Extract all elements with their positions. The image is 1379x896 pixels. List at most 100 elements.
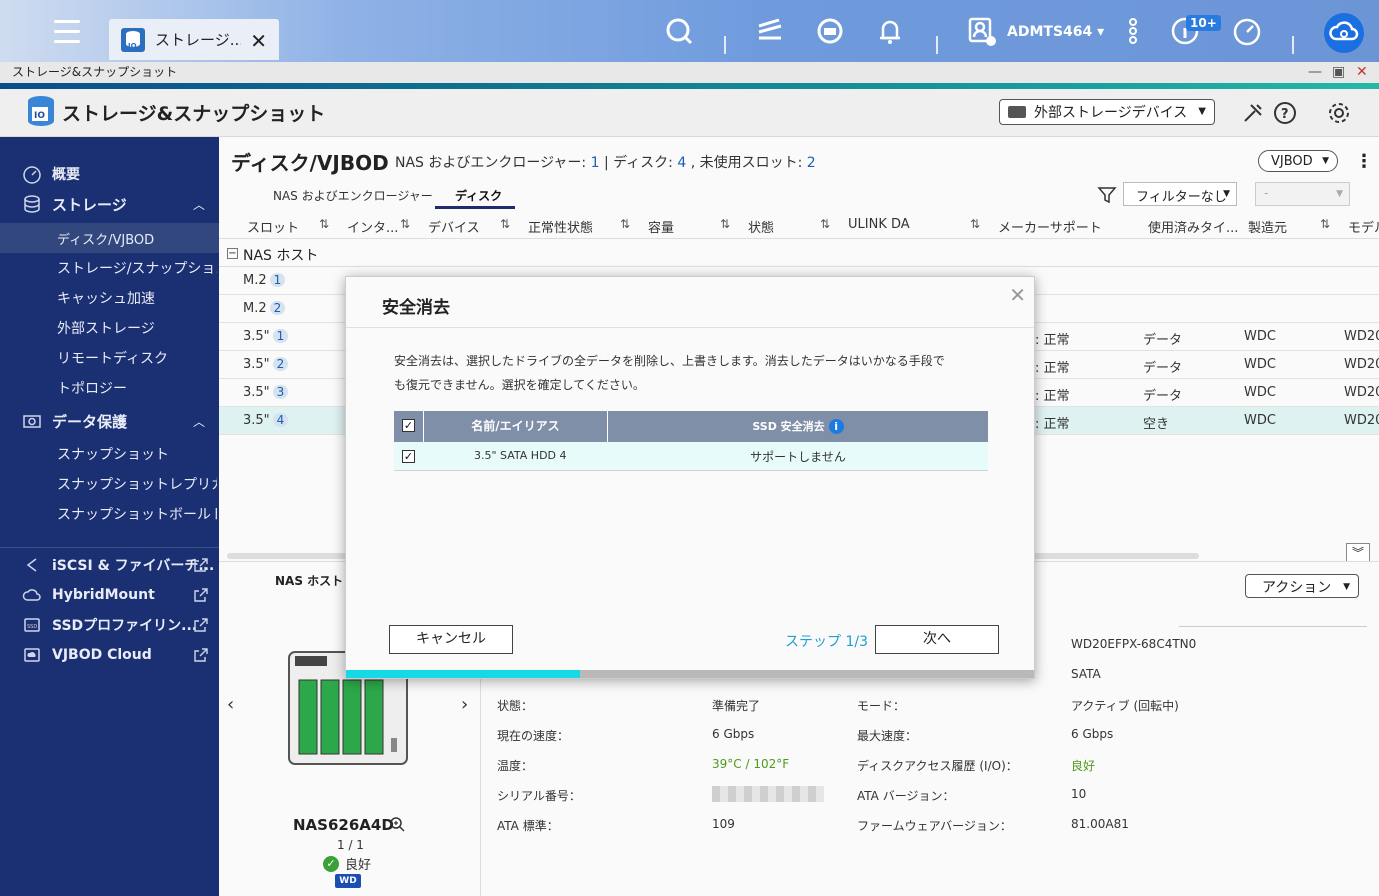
- slot-cell: 3.5" 4: [243, 413, 289, 428]
- sidebar-item-hybridmount[interactable]: HybridMount: [0, 580, 219, 610]
- sidebar-item-data-protection[interactable]: データ保護 ︿: [0, 406, 219, 436]
- status-cell: : 正常: [1035, 361, 1070, 376]
- select-all-checkbox[interactable]: ✓: [402, 419, 415, 432]
- field-label: シリアル番号：: [497, 789, 581, 803]
- cloud-button[interactable]: [1324, 13, 1364, 53]
- wizard-progress-bar: [346, 670, 1034, 678]
- sidebar-item-remote-disk[interactable]: リモートディスク: [0, 343, 219, 373]
- close-icon[interactable]: ✕: [250, 29, 267, 53]
- sort-icon[interactable]: ⇅: [620, 217, 630, 231]
- task-icon[interactable]: [755, 16, 785, 46]
- table-group-row[interactable]: − NAS ホスト: [219, 241, 1379, 267]
- sync-icon[interactable]: [815, 16, 845, 46]
- column-header[interactable]: 容量: [648, 217, 674, 236]
- column-header[interactable]: 使用済みタイ...: [1148, 217, 1238, 236]
- column-header[interactable]: メーカーサポート: [998, 217, 1102, 236]
- model-cell: WD20: [1344, 329, 1379, 344]
- summary-prefix: NAS およびエンクロージャー:: [395, 155, 587, 171]
- sidebar-item-overview[interactable]: 概要: [0, 159, 219, 189]
- sidebar-item-storage[interactable]: ストレージ ︿: [0, 189, 219, 219]
- sidebar-item-snapshot-vault[interactable]: スナップショットボールト: [0, 499, 219, 529]
- sort-icon[interactable]: ⇅: [1320, 217, 1330, 231]
- sidebar-item-topology[interactable]: トポロジー: [0, 373, 219, 403]
- column-header[interactable]: デバイス: [428, 217, 480, 236]
- sidebar-item-storage-snapshot[interactable]: ストレージ/スナップショ...: [0, 253, 219, 283]
- column-header[interactable]: 製造元: [1248, 217, 1287, 236]
- expand-panel-button[interactable]: ︾: [1346, 543, 1370, 563]
- cancel-button[interactable]: キャンセル: [389, 625, 513, 654]
- chevron-down-icon: ▼: [1322, 156, 1329, 166]
- more-options-icon[interactable]: [1118, 16, 1148, 46]
- unused-count: 2: [806, 155, 816, 171]
- sidebar-item-iscsi[interactable]: iSCSI & ファイバーチ...: [0, 550, 219, 580]
- dashboard-icon[interactable]: [1232, 16, 1262, 46]
- filter-icon[interactable]: [1097, 185, 1117, 205]
- window-title: ストレージ&スナップショット: [12, 65, 178, 79]
- sort-icon[interactable]: ⇅: [500, 217, 510, 231]
- slot-cell: M.2 2: [243, 301, 286, 316]
- filter-select[interactable]: フィルターなし ▼: [1123, 182, 1237, 206]
- info-icon[interactable]: i: [828, 419, 844, 434]
- close-icon[interactable]: ✕: [1009, 283, 1026, 307]
- column-header[interactable]: インタ...: [347, 217, 398, 236]
- tab-disk[interactable]: ディスク: [455, 187, 502, 204]
- sidebar-item-snapshot[interactable]: スナップショット: [0, 439, 219, 469]
- sidebar-item-cache[interactable]: キャッシュ加速: [0, 283, 219, 313]
- vjbod-button[interactable]: VJBOD ▼: [1258, 150, 1338, 172]
- gear-icon[interactable]: [1327, 101, 1351, 125]
- tools-icon[interactable]: [1241, 101, 1265, 125]
- column-header[interactable]: モデル: [1348, 217, 1379, 236]
- sort-icon[interactable]: ⇅: [400, 217, 410, 231]
- sidebar-item-ssd-profiling[interactable]: SSD SSDプロファイリン...: [0, 610, 219, 640]
- app-tab[interactable]: IO ストレージ... ✕: [109, 19, 279, 60]
- app-tab-label: ストレージ...: [155, 31, 241, 49]
- minimize-icon[interactable]: —: [1308, 64, 1322, 80]
- usage-cell: データ: [1143, 361, 1183, 376]
- sidebar-label: スナップショットボールト: [57, 507, 217, 523]
- kebab-menu-icon[interactable]: ⋮: [1355, 151, 1373, 172]
- bell-icon[interactable]: [875, 16, 905, 46]
- ssd-erase-support: サポートしません: [750, 450, 846, 464]
- step-indicator: ステップ 1/3: [785, 634, 868, 650]
- search-icon[interactable]: [664, 16, 694, 46]
- collapse-icon[interactable]: −: [227, 248, 238, 259]
- sidebar-label: ストレージ/スナップショ...: [57, 261, 217, 277]
- column-header[interactable]: スロット: [247, 217, 299, 236]
- user-icon[interactable]: [966, 16, 996, 46]
- tab-nas-enclosure[interactable]: NAS およびエンクロージャー: [273, 187, 433, 204]
- svg-text:SSD: SSD: [27, 624, 37, 630]
- drive-checkbox[interactable]: ✓: [402, 450, 415, 463]
- column-header[interactable]: 状態: [748, 217, 774, 236]
- svg-text:IO: IO: [128, 42, 137, 50]
- column-header[interactable]: ULINK DA: [848, 217, 910, 232]
- zoom-icon[interactable]: [389, 816, 405, 832]
- sort-icon[interactable]: ⇅: [970, 217, 980, 231]
- menu-icon[interactable]: [54, 20, 80, 44]
- action-button[interactable]: アクション ▼: [1245, 574, 1359, 598]
- column-header[interactable]: 正常性状態: [528, 217, 593, 236]
- sidebar-item-vjbod-cloud[interactable]: VJBOD Cloud: [0, 640, 219, 670]
- filter-secondary-select[interactable]: - ▼: [1255, 182, 1350, 206]
- sidebar-item-snapshot-replica[interactable]: スナップショットレプリカ: [0, 469, 219, 499]
- field-value: 準備完了: [712, 699, 761, 713]
- drive-row[interactable]: ✓ 3.5" SATA HDD 4 サポートしません: [394, 442, 988, 471]
- sort-icon[interactable]: ⇅: [720, 217, 730, 231]
- maximize-icon[interactable]: ▣: [1332, 64, 1345, 80]
- external-device-select[interactable]: 外部ストレージデバイス ▼: [999, 99, 1215, 125]
- help-icon[interactable]: ?: [1273, 101, 1297, 125]
- sidebar-label: VJBOD Cloud: [52, 647, 152, 663]
- close-window-icon[interactable]: ✕: [1356, 64, 1368, 80]
- chevron-right-icon[interactable]: ›: [461, 694, 468, 715]
- username[interactable]: ADMTS464 ▾: [1007, 24, 1104, 40]
- sort-icon[interactable]: ⇅: [319, 217, 329, 231]
- maker-cell: WDC: [1244, 329, 1276, 344]
- usage-cell: データ: [1143, 389, 1183, 404]
- sidebar-item-disk-vjbod[interactable]: ディスク/VJBOD: [0, 223, 219, 253]
- app-name: ストレージ&スナップショット: [62, 103, 326, 125]
- usage-cell: 空き: [1143, 417, 1170, 432]
- model-cell: WD20: [1344, 385, 1379, 400]
- next-button[interactable]: 次へ: [875, 625, 999, 654]
- sidebar-item-external-storage[interactable]: 外部ストレージ: [0, 313, 219, 343]
- sort-icon[interactable]: ⇅: [820, 217, 830, 231]
- chevron-left-icon[interactable]: ‹: [227, 694, 234, 715]
